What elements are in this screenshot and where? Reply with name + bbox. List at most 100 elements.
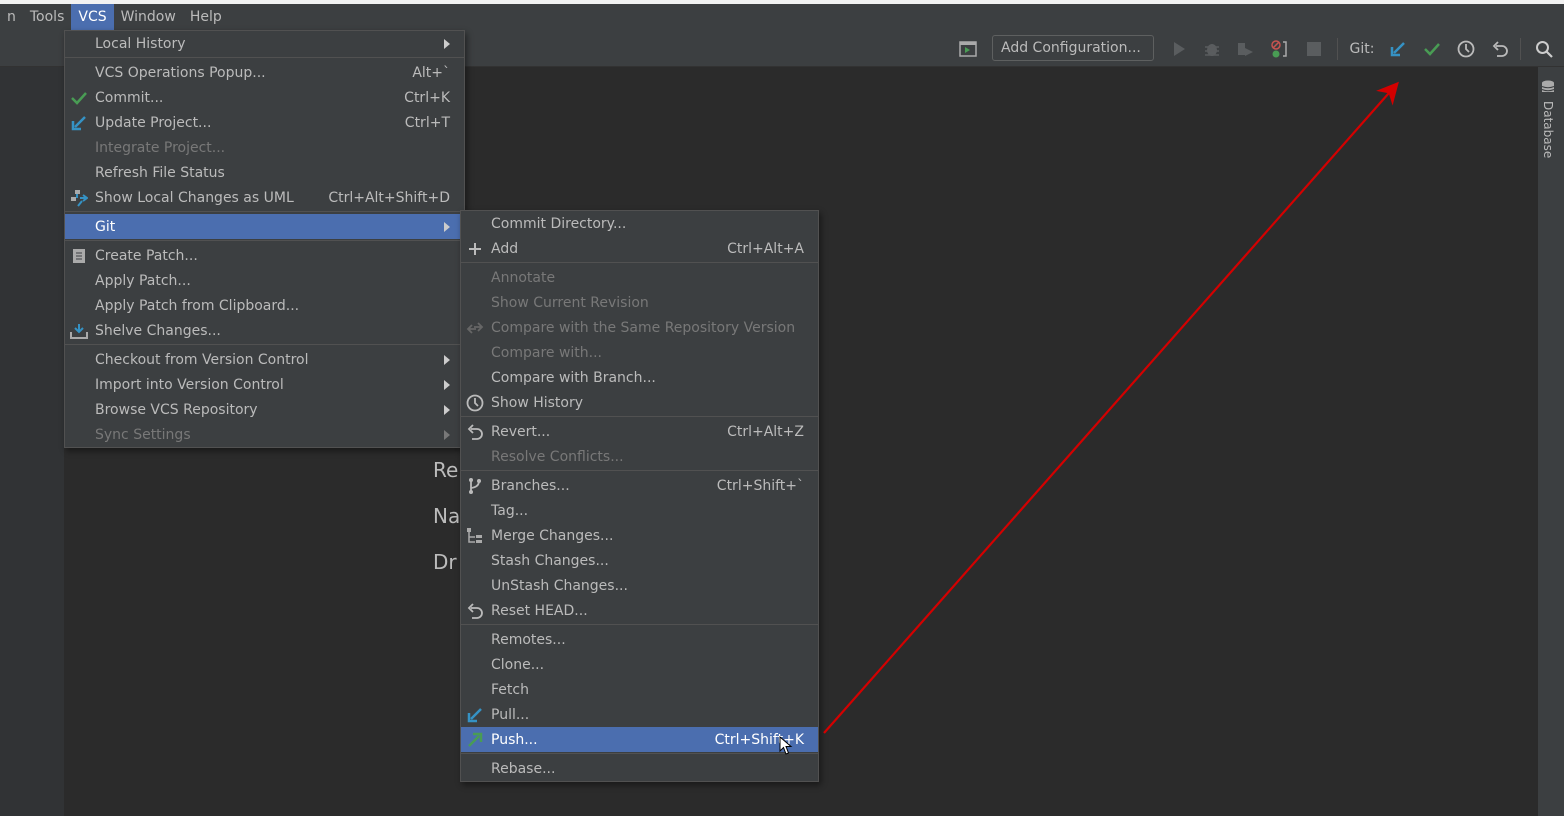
menu-item-label: Integrate Project... [95,139,226,156]
menu-item-label: Show Current Revision [491,294,649,311]
update-arrow-icon [70,114,88,132]
menu-item-git[interactable]: Git [65,214,464,239]
submenu-arrow-icon [444,404,450,415]
menu-item-compare-with[interactable]: Compare with... [461,340,818,365]
git-commit-icon[interactable] [1421,37,1443,61]
compare-icon [466,319,484,337]
menu-item-label: Show Local Changes as UML [95,189,294,206]
menu-item-reset-head[interactable]: Reset HEAD... [461,598,818,623]
menu-item-shortcut: Ctrl+T [404,114,450,131]
search-icon[interactable] [1533,37,1555,61]
profiler-icon[interactable] [1268,37,1292,61]
run-config-icon[interactable] [956,37,980,61]
menu-item-refresh-file-status[interactable]: Refresh File Status [65,160,464,185]
menu-item-label: Rebase... [491,760,556,777]
git-submenu: Commit Directory... Add Ctrl+Alt+A Annotate… [460,210,819,782]
menu-item-label: Git [95,218,116,235]
coverage-icon[interactable] [1234,37,1256,61]
menu-item-branches[interactable]: Branches... Ctrl+Shift+` [461,473,818,498]
submenu-arrow-icon [444,221,450,232]
menu-item-show-local-changes-as-uml[interactable]: Show Local Changes as UML Ctrl+Alt+Shift+… [65,185,464,210]
run-icon[interactable] [1168,37,1190,61]
push-arrow-icon [466,731,484,749]
menu-item-label: Shelve Changes... [95,322,221,339]
submenu-arrow-icon [444,354,450,365]
menu-item-show-current-revision[interactable]: Show Current Revision [461,290,818,315]
menu-item-shelve-changes[interactable]: Shelve Changes... [65,318,464,343]
menu-item-label: Commit... [95,89,164,106]
menu-item-unstash-changes[interactable]: UnStash Changes... [461,573,818,598]
menu-item-revert[interactable]: Revert... Ctrl+Alt+Z [461,419,818,444]
menu-item-shortcut: Alt+` [412,64,450,81]
menu-item-label: UnStash Changes... [491,577,628,594]
menu-item-resolve-conflicts[interactable]: Resolve Conflicts... [461,444,818,469]
git-update-icon[interactable] [1387,37,1409,61]
mouse-cursor-icon [779,736,793,755]
git-rollback-icon[interactable] [1489,37,1511,61]
menu-item-label: Pull... [491,706,530,723]
menu-item-shortcut: Ctrl+Shift+` [716,477,804,494]
menu-item-add[interactable]: Add Ctrl+Alt+A [461,236,818,261]
menu-n[interactable]: n [0,4,23,30]
menu-window[interactable]: Window [114,4,183,30]
menu-item-commit[interactable]: Commit... Ctrl+K [65,85,464,110]
menu-item-local-history[interactable]: Local History [65,31,464,56]
menu-item-shortcut: Ctrl+Alt+Shift+D [328,189,450,206]
menu-item-compare-with-branch[interactable]: Compare with Branch... [461,365,818,390]
database-tool-tab[interactable]: Database [1541,80,1559,158]
submenu-arrow-icon [444,379,450,390]
stop-icon[interactable] [1303,37,1325,61]
menu-item-label: Fetch [491,681,529,698]
menu-item-commit-directory[interactable]: Commit Directory... [461,211,818,236]
menu-help[interactable]: Help [183,4,229,30]
database-icon [1541,80,1555,92]
menu-tools[interactable]: Tools [23,4,72,30]
menu-vcs[interactable]: VCS [71,4,114,30]
patch-icon [70,247,88,265]
database-tab-label: Database [1541,101,1555,159]
reset-icon [466,602,484,620]
menu-item-apply-patch-from-clipboard[interactable]: Apply Patch from Clipboard... [65,293,464,318]
menu-item-checkout-from-version-control[interactable]: Checkout from Version Control [65,347,464,372]
menu-item-sync-settings[interactable]: Sync Settings [65,422,464,447]
menu-item-label: Create Patch... [95,247,198,264]
toolbar-separator [1337,38,1338,60]
vcs-menu: Local History VCS Operations Popup... Alt+… [64,30,465,448]
menu-item-clone[interactable]: Clone... [461,652,818,677]
menu-item-compare-with-the-same-repository-version[interactable]: Compare with the Same Repository Version [461,315,818,340]
menu-item-create-patch[interactable]: Create Patch... [65,243,464,268]
submenu-arrow-icon [444,38,450,49]
menu-item-push[interactable]: Push... Ctrl+Shift+K [461,727,818,752]
menu-item-label: Update Project... [95,114,212,131]
menu-item-show-history[interactable]: Show History [461,390,818,415]
menu-item-stash-changes[interactable]: Stash Changes... [461,548,818,573]
branch-icon [466,477,484,495]
git-history-icon[interactable] [1455,37,1477,61]
menu-item-rebase[interactable]: Rebase... [461,756,818,781]
menu-item-annotate[interactable]: Annotate [461,265,818,290]
pull-arrow-icon [466,706,484,724]
menu-item-fetch[interactable]: Fetch [461,677,818,702]
menu-item-browse-vcs-repository[interactable]: Browse VCS Repository [65,397,464,422]
menu-item-label: VCS Operations Popup... [95,64,266,81]
menu-item-shortcut: Ctrl+K [404,89,450,106]
menu-item-merge-changes[interactable]: Merge Changes... [461,523,818,548]
menu-item-apply-patch[interactable]: Apply Patch... [65,268,464,293]
left-tool-strip [0,67,64,816]
menu-item-integrate-project[interactable]: Integrate Project... [65,135,464,160]
submenu-arrow-icon [444,429,450,440]
menu-item-tag[interactable]: Tag... [461,498,818,523]
uml-icon [70,189,88,207]
menu-item-label: Sync Settings [95,426,191,443]
menu-item-remotes[interactable]: Remotes... [461,627,818,652]
debug-icon[interactable] [1201,37,1223,61]
menu-item-import-into-version-control[interactable]: Import into Version Control [65,372,464,397]
menu-item-label: Annotate [491,269,556,286]
menu-item-pull[interactable]: Pull... [461,702,818,727]
menu-item-update-project[interactable]: Update Project... Ctrl+T [65,110,464,135]
menu-item-vcs-operations-popup[interactable]: VCS Operations Popup... Alt+` [65,60,464,85]
menu-item-label: Apply Patch from Clipboard... [95,297,300,314]
menu-item-label: Compare with Branch... [491,369,656,386]
menu-item-label: Compare with... [491,344,603,361]
add-configuration-button[interactable]: Add Configuration... [992,35,1154,61]
